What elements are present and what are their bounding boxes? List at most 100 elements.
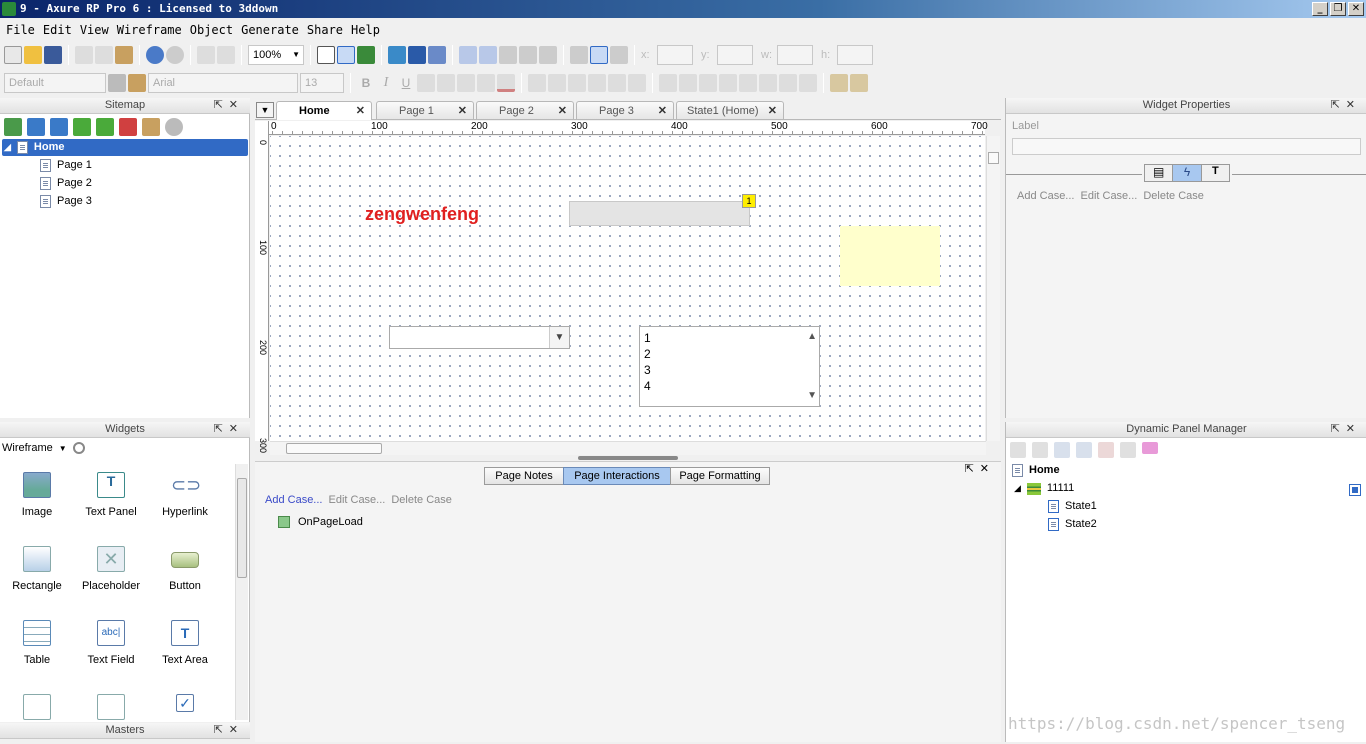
add-state-icon[interactable] [1010, 442, 1026, 458]
scroll-up-icon[interactable]: ▲ [807, 329, 817, 345]
splitter-handle[interactable] [578, 456, 678, 460]
listbox-item[interactable]: 1 [644, 330, 815, 346]
bullets-icon[interactable] [477, 74, 495, 92]
indent-icon[interactable] [73, 118, 91, 136]
open-folder-icon[interactable] [24, 46, 42, 64]
close-icon[interactable]: ✕ [768, 102, 777, 120]
italic-button[interactable]: I [377, 75, 395, 91]
select-contained-icon[interactable] [337, 46, 355, 64]
text-color-icon[interactable] [497, 74, 515, 92]
tab-page-formatting[interactable]: Page Formatting [670, 467, 770, 485]
style-select[interactable]: Default [4, 73, 106, 93]
listbox-item[interactable]: 4 [644, 378, 815, 394]
dpm-page-home[interactable]: Home [1012, 462, 1060, 479]
sitemap-item-page1[interactable]: Page 1 [40, 157, 92, 174]
font-select[interactable]: Arial [148, 73, 298, 93]
h-field[interactable] [837, 45, 873, 65]
x-field[interactable] [657, 45, 693, 65]
group-icon[interactable] [528, 74, 546, 92]
canvas-vertical-scrollbar[interactable] [986, 136, 1000, 441]
new-file-icon[interactable] [4, 46, 22, 64]
panel-controls[interactable]: ⇱✕ [214, 723, 244, 738]
format-brush-icon[interactable] [128, 74, 146, 92]
text-align-left-icon[interactable] [417, 74, 435, 92]
tab-page2[interactable]: Page 2 ✕ [476, 101, 574, 119]
widget-text-area[interactable]: T Text Area [148, 620, 222, 666]
close-icon[interactable]: ✕ [558, 102, 567, 120]
widget-table[interactable]: Table [0, 620, 74, 666]
text-align-center-icon[interactable] [437, 74, 455, 92]
panel-controls[interactable]: ⇱✕ [965, 462, 995, 475]
close-icon[interactable]: ✕ [658, 102, 667, 120]
canvas-horizontal-scrollbar[interactable] [270, 441, 986, 455]
close-icon[interactable]: ✕ [356, 102, 365, 120]
unlock-icon[interactable] [850, 74, 868, 92]
dpm-state1[interactable]: State1 [1048, 498, 1097, 515]
droplist-widget[interactable]: ▼ [389, 326, 570, 349]
listbox-widget[interactable]: 1 2 3 4 ▲ ▼ [639, 326, 820, 407]
widget-placeholder[interactable]: ✕ Placeholder [74, 546, 148, 592]
outdent-icon[interactable] [96, 118, 114, 136]
widget-checkbox[interactable]: ✓ [148, 694, 222, 720]
edit-state-icon[interactable] [1120, 442, 1136, 458]
bold-button[interactable]: B [357, 76, 375, 90]
widget-library-select[interactable]: Wireframe ▼ [2, 442, 85, 454]
align-lefts-icon[interactable] [659, 74, 677, 92]
align-center-icon[interactable] [590, 46, 608, 64]
publish-icon[interactable] [428, 46, 446, 64]
generate-word-icon[interactable] [408, 46, 426, 64]
close-icon[interactable]: ✕ [458, 102, 467, 120]
sitemap-item-page3[interactable]: Page 3 [40, 193, 92, 210]
menu-view[interactable]: View [78, 20, 115, 40]
sitemap-item-home[interactable]: ◢ Home [2, 139, 248, 156]
label-input[interactable] [1012, 138, 1361, 155]
tab-home[interactable]: Home ✕ [276, 101, 372, 120]
menu-file[interactable]: File [4, 20, 41, 40]
add-case-link[interactable]: Add Case... [265, 494, 322, 506]
panel-controls[interactable]: ⇱✕ [1331, 98, 1361, 113]
text-align-right-icon[interactable] [457, 74, 475, 92]
duplicate-state-icon[interactable] [1032, 442, 1048, 458]
restore-button[interactable]: ❐ [1330, 2, 1346, 16]
collapse-icon[interactable]: ◢ [4, 139, 11, 156]
arrow-style-icon[interactable] [539, 46, 557, 64]
sticky-note-widget[interactable] [840, 226, 940, 286]
formatting-tab-icon[interactable]: T [1202, 165, 1229, 181]
select-intersected-icon[interactable] [317, 46, 335, 64]
event-onpageload[interactable]: OnPageLoad [278, 516, 363, 528]
delete-state-icon[interactable] [1098, 442, 1114, 458]
underline-button[interactable]: U [397, 76, 415, 90]
tab-page-notes[interactable]: Page Notes [484, 467, 564, 485]
design-canvas[interactable]: zengwenfeng 1 ▼ 1 2 3 4 ▲ ▼ [270, 136, 985, 441]
y-field[interactable] [717, 45, 753, 65]
lock-icon[interactable] [830, 74, 848, 92]
widget-text-field[interactable]: abc| Text Field [74, 620, 148, 666]
scrollbar-thumb[interactable] [988, 152, 999, 164]
menu-edit[interactable]: Edit [41, 20, 78, 40]
align-rights-icon[interactable] [699, 74, 717, 92]
add-page-icon[interactable] [4, 118, 22, 136]
save-icon[interactable] [44, 46, 62, 64]
collapse-icon[interactable]: ◢ [1014, 480, 1021, 497]
align-bottoms-icon[interactable] [759, 74, 777, 92]
annotation-tab-icon[interactable]: ▤ [1145, 165, 1174, 181]
move-down-icon[interactable] [50, 118, 68, 136]
menu-wireframe[interactable]: Wireframe [115, 20, 188, 40]
menu-object[interactable]: Object [188, 20, 239, 40]
widget-text-panel[interactable]: T Text Panel [74, 472, 148, 518]
interaction-badge[interactable]: 1 [742, 194, 756, 208]
redo-icon[interactable] [166, 46, 184, 64]
font-size-select[interactable]: 13 [300, 73, 344, 93]
heading-text-widget[interactable]: zengwenfeng [365, 204, 479, 225]
zoom-select[interactable]: 100% ▼ [248, 45, 304, 65]
align-tops-icon[interactable] [719, 74, 737, 92]
widget-button[interactable]: Button [148, 546, 222, 592]
tab-state1-home[interactable]: State1 (Home) ✕ [676, 101, 784, 119]
move-up-icon[interactable] [27, 118, 45, 136]
widget-hyperlink[interactable]: ⊂⊃ Hyperlink [148, 472, 222, 518]
send-back-icon[interactable] [628, 74, 646, 92]
line-width-icon[interactable] [499, 46, 517, 64]
add-case-link[interactable]: Add Case... [1017, 190, 1074, 202]
align-centers-icon[interactable] [679, 74, 697, 92]
menu-generate[interactable]: Generate [239, 20, 305, 40]
